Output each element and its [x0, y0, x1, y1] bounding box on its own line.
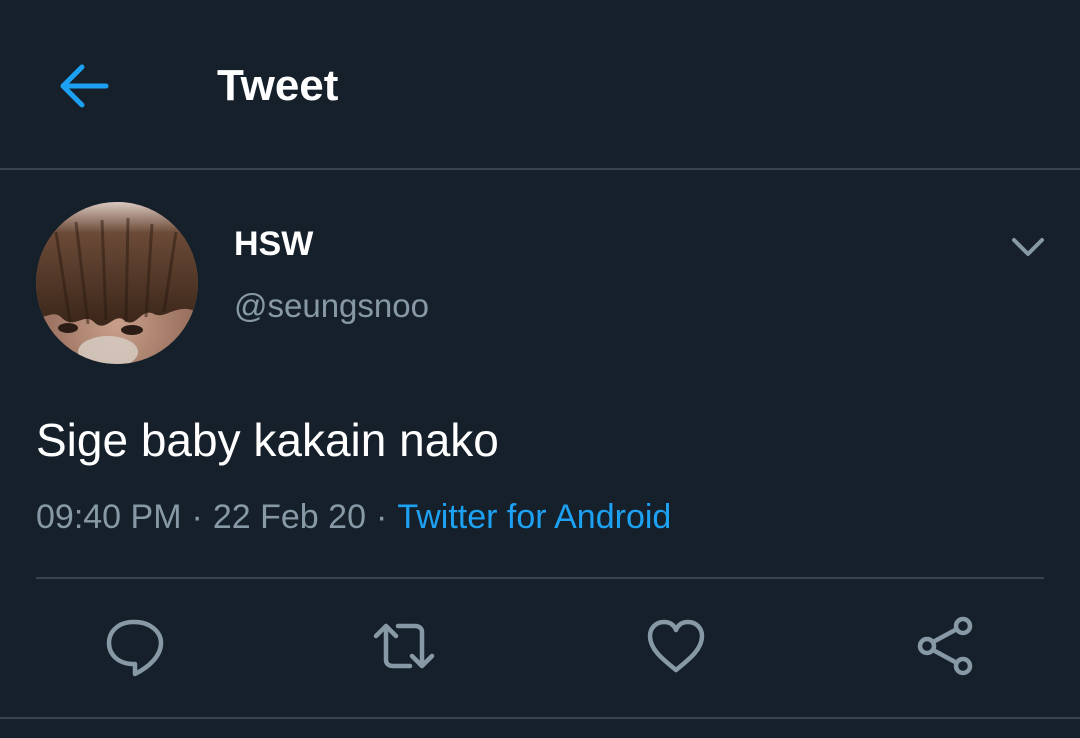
- header-divider: [0, 168, 1080, 170]
- tweet-date: 22 Feb 20: [212, 498, 366, 536]
- top-app-bar: Tweet: [0, 0, 1080, 168]
- page-title: Tweet: [217, 61, 339, 110]
- back-button[interactable]: [52, 56, 116, 116]
- meta-separator: ·: [191, 498, 203, 536]
- meta-separator: ·: [375, 498, 388, 536]
- reply-button[interactable]: [103, 614, 167, 678]
- share-icon: [917, 616, 973, 676]
- like-button[interactable]: [644, 614, 708, 678]
- meta-divider: [36, 577, 1044, 579]
- reply-icon: [106, 619, 164, 677]
- tweet-options-button[interactable]: [1006, 228, 1050, 268]
- tweet-meta: 09:40 PM · 22 Feb 20 · Twitter for Android: [36, 496, 671, 538]
- tweet-source-link[interactable]: Twitter for Android: [397, 498, 671, 536]
- profile-photo: [36, 202, 198, 364]
- author-handle[interactable]: @seungsnoo: [234, 286, 429, 326]
- heart-icon: [647, 619, 705, 673]
- actions-divider: [0, 717, 1080, 719]
- share-button[interactable]: [913, 614, 977, 678]
- avatar[interactable]: [36, 202, 198, 364]
- tweet-text: Sige baby kakain nako: [36, 414, 499, 466]
- arrow-left-icon: [60, 64, 109, 108]
- tweet-detail-screen: Tweet HSW @seungsnoo Sige baby kakain na…: [0, 0, 1080, 738]
- retweet-button[interactable]: [372, 614, 436, 678]
- retweet-icon: [373, 623, 435, 669]
- chevron-down-icon: [1012, 238, 1044, 256]
- tweet-time: 09:40 PM: [36, 498, 182, 536]
- author-display-name[interactable]: HSW: [234, 224, 313, 264]
